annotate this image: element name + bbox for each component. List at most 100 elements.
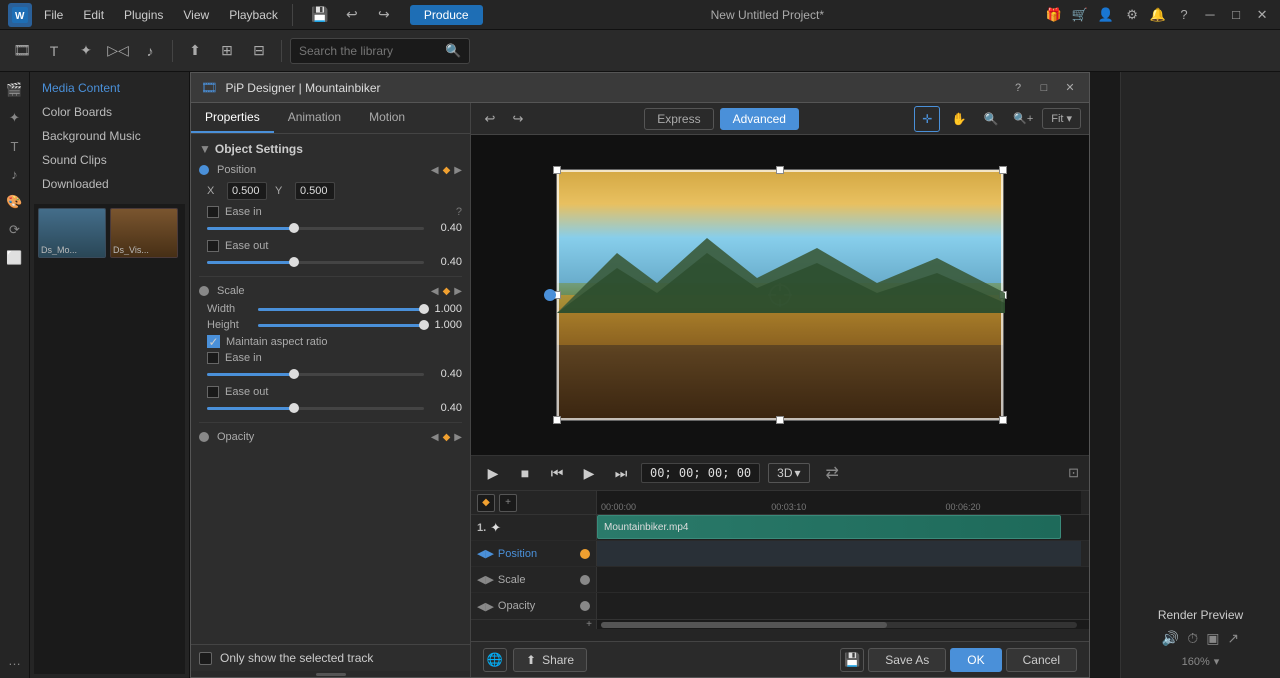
globe-icon-btn[interactable]: 🌐 bbox=[483, 648, 507, 672]
handle-top-center[interactable] bbox=[776, 166, 784, 174]
zoom-out-btn[interactable]: 🔍 bbox=[978, 106, 1004, 132]
effect-icon[interactable]: ✦ bbox=[72, 37, 100, 65]
menu-view[interactable]: View bbox=[175, 6, 217, 24]
zoom-dropdown[interactable]: ▾ bbox=[1214, 655, 1220, 668]
maintain-aspect-checkbox[interactable]: ✓ bbox=[207, 335, 220, 348]
fast-forward-btn[interactable]: ⏭ bbox=[609, 461, 633, 485]
stop-btn[interactable]: ■ bbox=[513, 461, 537, 485]
audio-panel-icon[interactable]: ♪ bbox=[3, 162, 27, 186]
pip-restore-btn[interactable]: □ bbox=[1035, 79, 1053, 97]
scale-next-btn[interactable]: ▶ bbox=[454, 286, 462, 297]
shuffle-icon[interactable]: ⇄ bbox=[826, 463, 839, 483]
handle-top-right[interactable] bbox=[999, 166, 1007, 174]
scale-ease-in-thumb[interactable] bbox=[289, 369, 299, 379]
video-clip[interactable]: Mountainbiker.mp4 bbox=[597, 515, 1061, 539]
3d-view-btn[interactable]: 3D ▾ bbox=[768, 463, 809, 483]
position-track-label[interactable]: ◀▶ Position bbox=[471, 541, 597, 566]
scale-ease-in-track[interactable] bbox=[207, 373, 424, 376]
background-music-item[interactable]: Background Music bbox=[30, 124, 189, 148]
speed-render-icon[interactable]: ⏱ bbox=[1187, 630, 1198, 647]
audio-icon[interactable]: ♪ bbox=[136, 37, 164, 65]
screen-render-icon[interactable]: ▣ bbox=[1206, 630, 1219, 647]
y-input[interactable] bbox=[295, 182, 335, 200]
tl-add-btn[interactable]: + bbox=[586, 619, 592, 630]
cart-icon[interactable]: 🛒 bbox=[1070, 5, 1090, 25]
undo-icon[interactable]: ↩ bbox=[338, 1, 366, 29]
help-icon[interactable]: ? bbox=[1174, 5, 1194, 25]
video-preview[interactable] bbox=[556, 169, 1004, 421]
width-thumb[interactable] bbox=[419, 304, 429, 314]
position-next-btn[interactable]: ▶ bbox=[454, 165, 462, 176]
prev-frame-btn[interactable]: ⏮ bbox=[545, 461, 569, 485]
object-settings-header[interactable]: ▼ Object Settings bbox=[199, 142, 462, 156]
tab-animation[interactable]: Animation bbox=[274, 103, 355, 133]
pip-help-btn[interactable]: ? bbox=[1009, 79, 1027, 97]
import-icon[interactable]: ⬆ bbox=[181, 37, 209, 65]
scale-prev-btn[interactable]: ◀ bbox=[431, 286, 439, 297]
opacity-next-btn[interactable]: ▶ bbox=[454, 432, 462, 443]
handle-top-left[interactable] bbox=[553, 166, 561, 174]
scale-ease-out-thumb[interactable] bbox=[289, 403, 299, 413]
handle-bottom-right[interactable] bbox=[999, 416, 1007, 424]
export-render-icon[interactable]: ↗ bbox=[1227, 630, 1239, 647]
notification-icon[interactable]: 🔔 bbox=[1148, 5, 1168, 25]
handle-bottom-left[interactable] bbox=[553, 416, 561, 424]
advanced-btn[interactable]: Advanced bbox=[720, 108, 799, 130]
scale-ease-out-checkbox[interactable] bbox=[207, 386, 219, 398]
scale-ease-out-track[interactable] bbox=[207, 407, 424, 410]
cancel-button[interactable]: Cancel bbox=[1006, 648, 1077, 672]
minimize-icon[interactable]: ─ bbox=[1200, 5, 1220, 25]
key-frame-btn[interactable]: ◆ bbox=[477, 494, 495, 512]
pos-ease-in-checkbox[interactable] bbox=[207, 206, 219, 218]
tab-properties[interactable]: Properties bbox=[191, 103, 274, 133]
media-icon[interactable]: 🎞 bbox=[8, 37, 36, 65]
only-track-checkbox[interactable] bbox=[199, 652, 212, 665]
scale-key-icon[interactable]: ◆ bbox=[443, 286, 451, 297]
media-thumb[interactable]: Ds_Mo... bbox=[38, 208, 106, 258]
menu-playback[interactable]: Playback bbox=[221, 6, 286, 24]
scale-track-label[interactable]: ◀▶ Scale bbox=[471, 567, 597, 592]
grid-icon[interactable]: ⊟ bbox=[245, 37, 273, 65]
redo-icon[interactable]: ↪ bbox=[370, 1, 398, 29]
menu-file[interactable]: File bbox=[36, 6, 71, 24]
pip-panel-icon[interactable]: ⬜ bbox=[3, 246, 27, 270]
pos-ease-out-track[interactable] bbox=[207, 261, 424, 264]
downloaded-item[interactable]: Downloaded bbox=[30, 172, 189, 196]
zoom-in-btn[interactable]: 🔍+ bbox=[1010, 106, 1036, 132]
fit-btn[interactable]: Fit ▾ bbox=[1042, 108, 1081, 129]
ease-help-icon[interactable]: ? bbox=[456, 206, 462, 218]
text-panel-icon[interactable]: T bbox=[3, 134, 27, 158]
audio-render-icon[interactable]: 🔊 bbox=[1162, 630, 1179, 647]
transition-icon[interactable]: ▷◁ bbox=[104, 37, 132, 65]
ok-button[interactable]: OK bbox=[950, 648, 1001, 672]
search-input[interactable] bbox=[299, 44, 439, 58]
pos-ease-in-track[interactable] bbox=[207, 227, 424, 230]
menu-edit[interactable]: Edit bbox=[75, 6, 112, 24]
menu-plugins[interactable]: Plugins bbox=[116, 6, 171, 24]
hand-tool-btn[interactable]: ✋ bbox=[946, 106, 972, 132]
pos-ease-in-thumb[interactable] bbox=[289, 223, 299, 233]
tab-motion[interactable]: Motion bbox=[355, 103, 419, 133]
close-icon[interactable]: ✕ bbox=[1252, 5, 1272, 25]
height-slider-track[interactable] bbox=[258, 324, 424, 327]
text-icon[interactable]: T bbox=[40, 37, 68, 65]
save-as-button[interactable]: Save As bbox=[868, 648, 946, 672]
opacity-key-icon[interactable]: ◆ bbox=[443, 432, 451, 443]
handle-bottom-center[interactable] bbox=[776, 416, 784, 424]
opacity-track-label[interactable]: ◀▶ Opacity bbox=[471, 593, 597, 619]
width-slider-track[interactable] bbox=[258, 308, 424, 311]
play-btn[interactable]: ▶ bbox=[481, 461, 505, 485]
preview-expand-icon[interactable]: ⊡ bbox=[1068, 465, 1079, 481]
preview-canvas[interactable] bbox=[471, 135, 1089, 455]
media-content-item[interactable]: Media Content bbox=[30, 76, 189, 100]
move-tool-btn[interactable]: ✛ bbox=[914, 106, 940, 132]
pip-close-btn[interactable]: ✕ bbox=[1061, 79, 1079, 97]
more-icon[interactable]: … bbox=[3, 648, 27, 672]
color-boards-item[interactable]: Color Boards bbox=[30, 100, 189, 124]
media-panel-icon[interactable]: 🎬 bbox=[3, 78, 27, 102]
undo-preview-btn[interactable]: ↩ bbox=[479, 108, 501, 130]
save-as-icon-btn[interactable]: 💾 bbox=[840, 648, 864, 672]
scale-ease-in-checkbox[interactable] bbox=[207, 352, 219, 364]
properties-scrollarea[interactable]: ▼ Object Settings Position ◀ bbox=[191, 134, 470, 644]
layout-icon[interactable]: ⊞ bbox=[213, 37, 241, 65]
